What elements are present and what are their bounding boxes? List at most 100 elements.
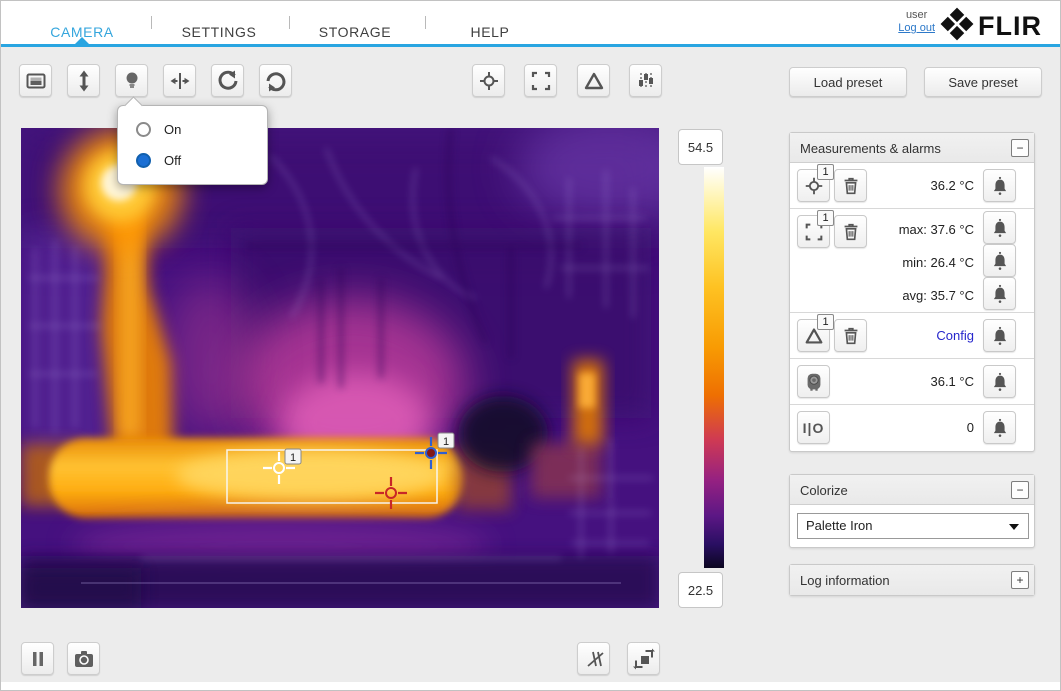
delete-delta-button[interactable] — [834, 319, 867, 352]
box-max-value: max: 37.6 °C — [898, 222, 974, 237]
tab-settings[interactable]: SETTINGS — [182, 24, 257, 40]
active-tab-caret — [75, 37, 89, 44]
flir-diamond-icon — [940, 7, 974, 41]
tab-separator — [425, 16, 426, 29]
camera-housing-icon — [807, 373, 820, 391]
add-spot-button[interactable] — [472, 64, 505, 97]
radio-icon[interactable] — [136, 153, 151, 168]
delta-alarm-button[interactable] — [983, 319, 1016, 352]
scale-max-value[interactable]: 54.5 — [678, 129, 723, 165]
tab-help[interactable]: HELP — [471, 24, 510, 40]
tab-separator — [289, 16, 290, 29]
delta-measurement-row: 1 Config — [790, 313, 1034, 359]
lamp-option-off[interactable]: Off — [136, 153, 181, 168]
rotate-image-button[interactable] — [259, 64, 292, 97]
sliders-icon — [638, 72, 653, 89]
add-delta-button[interactable] — [577, 64, 610, 97]
delta-icon — [584, 72, 603, 89]
io-icon: I|O — [802, 419, 825, 436]
box-avg-alarm-button[interactable] — [983, 277, 1016, 310]
add-area-button[interactable] — [524, 64, 557, 97]
log-panel-header: Log information + — [790, 565, 1034, 595]
measurements-panel-header: Measurements & alarms − — [790, 133, 1034, 163]
box-min-alarm-button[interactable] — [983, 244, 1016, 277]
delta-config-link[interactable]: Config — [936, 328, 974, 343]
flir-wordmark: FLIR — [978, 11, 1042, 41]
user-label: user — [905, 9, 928, 21]
tab-separator — [151, 16, 152, 29]
spot-badge: 1 — [817, 164, 834, 180]
housing-temp-row: 36.1 °C — [790, 359, 1034, 405]
focus-split-button[interactable] — [163, 64, 196, 97]
save-preset-button[interactable]: Save preset — [924, 67, 1042, 97]
header-accent-bar — [1, 44, 1060, 47]
user-block: user Log out — [898, 9, 935, 35]
box-min-value: min: 26.4 °C — [902, 255, 974, 270]
resize-view-button[interactable] — [627, 642, 660, 675]
bell-icon — [993, 284, 1006, 303]
radio-label: On — [164, 122, 182, 137]
logout-link[interactable]: Log out — [898, 22, 935, 35]
digital-io-alarm-button[interactable] — [983, 411, 1016, 444]
bell-icon — [993, 176, 1006, 195]
panel-title: Measurements & alarms — [800, 141, 941, 156]
digital-io-value: 0 — [966, 420, 974, 435]
bell-icon — [993, 251, 1006, 270]
box-measurement-row: 1 max: 37.6 °C min: 26.4 °C avg: 35.7 °C — [790, 209, 1034, 313]
palette-select[interactable]: Palette Iron — [797, 513, 1029, 539]
lamp-dropdown-popup: On Off — [117, 96, 268, 185]
panel-title: Colorize — [800, 483, 848, 498]
adjust-settings-button[interactable] — [629, 64, 662, 97]
colorize-panel-header: Colorize − — [790, 475, 1034, 505]
color-scale-icon — [26, 73, 45, 88]
tab-storage[interactable]: STORAGE — [319, 24, 391, 40]
box-max-alarm-button[interactable] — [983, 211, 1016, 244]
housing-temp-button[interactable] — [797, 365, 830, 398]
delete-box-button[interactable] — [834, 215, 867, 248]
split-arrows-icon — [170, 72, 189, 89]
spot-meter-icon — [479, 71, 498, 90]
scale-min-value[interactable]: 22.5 — [678, 572, 723, 608]
collapse-button[interactable]: − — [1011, 139, 1029, 157]
spot-measurement-row: 1 36.2 °C — [790, 163, 1034, 209]
delta-badge: 1 — [817, 314, 834, 330]
camera-icon — [74, 650, 93, 667]
expand-button[interactable]: + — [1011, 571, 1029, 589]
pause-stream-button[interactable] — [21, 642, 54, 675]
trash-icon — [844, 327, 857, 344]
radio-icon[interactable] — [136, 122, 151, 137]
spot-value: 36.2 °C — [930, 178, 974, 193]
panel-title: Log information — [800, 573, 890, 588]
top-nav: CAMERA SETTINGS STORAGE HELP user Log ou… — [1, 1, 1060, 47]
box-avg-value: avg: 35.7 °C — [902, 288, 974, 303]
lamp-option-on[interactable]: On — [136, 122, 181, 137]
colorize-panel: Colorize − Palette Iron — [789, 474, 1035, 548]
load-preset-button[interactable]: Load preset — [789, 67, 907, 97]
hide-overlay-button[interactable] — [577, 642, 610, 675]
pause-icon — [32, 651, 43, 666]
lamp-button[interactable] — [115, 64, 148, 97]
temperature-scale-bar[interactable] — [704, 167, 724, 568]
spot-alarm-button[interactable] — [983, 169, 1016, 202]
log-information-panel: Log information + — [789, 564, 1035, 596]
digital-io-button[interactable]: I|O — [797, 411, 830, 444]
box-badge: 1 — [817, 210, 834, 226]
snapshot-button[interactable] — [67, 642, 100, 675]
resize-icon — [632, 648, 655, 669]
nuc-calibrate-button[interactable] — [211, 64, 244, 97]
housing-alarm-button[interactable] — [983, 365, 1016, 398]
bell-icon — [993, 326, 1006, 345]
vertical-arrows-icon — [79, 70, 88, 91]
collapse-button[interactable]: − — [1011, 481, 1029, 499]
flir-camera-app: CAMERA SETTINGS STORAGE HELP user Log ou… — [0, 0, 1061, 691]
temperature-range-button[interactable] — [67, 64, 100, 97]
color-scale-toggle-button[interactable] — [19, 64, 52, 97]
trash-icon — [844, 223, 857, 240]
rotate-icon — [266, 71, 285, 91]
popup-caret — [124, 96, 143, 115]
rotate-icon — [218, 70, 237, 90]
measurements-panel: Measurements & alarms − 1 36.2 °C 1 max:… — [789, 132, 1035, 452]
thermal-video-feed[interactable]: 1 1 — [21, 128, 659, 608]
bell-icon — [993, 418, 1006, 437]
delete-spot-button[interactable] — [834, 169, 867, 202]
